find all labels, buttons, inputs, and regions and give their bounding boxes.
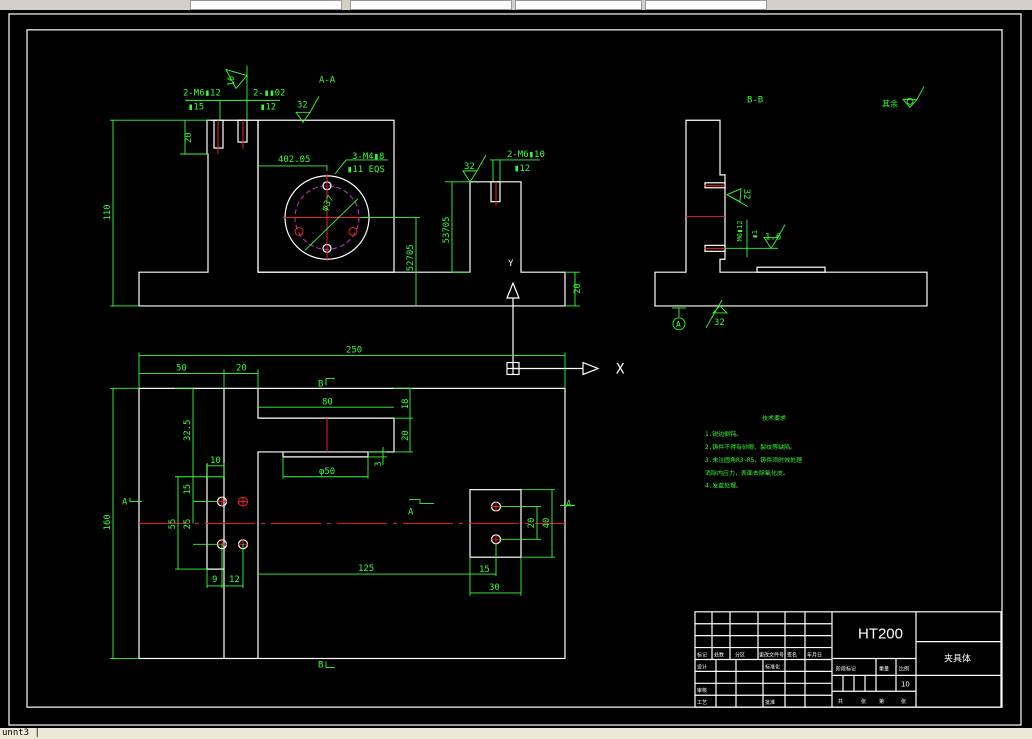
dimension-label: 18 — [401, 398, 411, 409]
command-line[interactable]: unnt3 | — [0, 728, 1032, 739]
dimension-label: 20 — [573, 283, 583, 294]
tb-stage: 阶段标记 — [836, 665, 856, 672]
note-item: 消除内应力，表面去除氧化皮。 — [705, 469, 789, 477]
axis-x-label: X — [616, 362, 625, 378]
dimension-label: 30 — [489, 583, 500, 593]
section-marker: B — [318, 660, 323, 670]
tb-process: 工艺 — [697, 700, 707, 706]
tb-scale-value: 10 — [901, 680, 910, 688]
cad-drawing-canvas[interactable]: A-A 2-M6▮12 ▮15 2-▮▮02 ▮12 16 32 32 3-M4… — [0, 10, 1032, 728]
roughness-label: 32 — [297, 100, 308, 110]
dimension-label: 32.5 — [183, 420, 193, 441]
other-surfaces-label: 其余 — [882, 98, 898, 108]
dimension-label: 40 — [542, 518, 552, 529]
callout-text: ▮12 — [260, 102, 276, 112]
section-bb-title: B-B — [747, 95, 763, 105]
tb-header: 处数 — [714, 652, 724, 659]
callout-text: ▮15 — [188, 102, 204, 112]
command-text: unnt3 | — [2, 728, 40, 738]
dimension-label: 25 — [183, 519, 193, 530]
dimension-label: 12 — [229, 575, 240, 585]
toolbar-field-4[interactable] — [645, 0, 767, 10]
dimension-label: 53705 — [442, 217, 452, 244]
toolbar-field-1[interactable] — [190, 0, 342, 10]
tb-header: 年月日 — [807, 652, 822, 659]
tb-standard: 标准化 — [765, 663, 780, 670]
tb-sheet: 张 — [861, 698, 866, 705]
note-item: 2.铸件不得有砂眼、裂纹等缺陷。 — [705, 443, 796, 451]
datum-label: A — [676, 320, 681, 329]
dimension-label: 50 — [176, 364, 187, 374]
roughness-label: 1.6 — [765, 232, 781, 242]
dimension-label: 20 — [184, 132, 194, 143]
dimension-label: 20 — [527, 518, 537, 529]
toolbar-field-3[interactable] — [515, 0, 642, 10]
roughness-label: 32 — [464, 162, 475, 172]
material-label: HT200 — [858, 626, 903, 643]
tb-sheet: 第 — [879, 698, 884, 705]
hole-icon — [238, 496, 248, 507]
notes-title: 技术要求 — [762, 414, 786, 422]
callout-text: M6▮12 — [736, 220, 744, 241]
dimension-label: 160 — [103, 514, 113, 530]
note-item: 3.未注圆角R3~R5，铸件须时效处理 — [705, 456, 802, 464]
tb-sheet: 共 — [838, 698, 843, 705]
dimension-label: 20 — [401, 430, 411, 441]
dimension-label: 250 — [346, 346, 362, 356]
hole-icon — [490, 501, 502, 512]
dimension-label: 15 — [183, 484, 193, 495]
hole-icon — [490, 534, 502, 545]
dimension-label: 125 — [358, 564, 374, 574]
tb-design: 设计 — [697, 663, 707, 670]
tb-header: 更改文件号 — [759, 652, 784, 659]
callout-text: 3-M4▮8 — [352, 152, 384, 162]
dimension-label: 20 — [236, 364, 247, 374]
tb-header: 标记 — [697, 652, 707, 659]
tb-approve: 批准 — [765, 699, 775, 706]
tb-sheet: 张 — [901, 698, 906, 705]
dimension-label: 52705 — [406, 244, 416, 271]
tb-weight: 重量 — [879, 665, 889, 672]
tb-review: 审核 — [697, 687, 707, 694]
dimension-label: φ50 — [319, 467, 335, 477]
section-marker: A — [122, 498, 128, 508]
dimension-label: 15 — [479, 565, 490, 575]
section-marker: B — [318, 379, 323, 389]
callout-text: ▮1 — [751, 230, 759, 238]
tb-header: 签名 — [787, 652, 797, 659]
toolbar-field-2[interactable] — [350, 0, 512, 10]
dimension-label: 110 — [103, 204, 113, 220]
roughness-label: 32 — [741, 189, 751, 200]
dimension-label: 402.05 — [278, 155, 310, 165]
dimension-label: 10 — [210, 456, 221, 466]
callout-text: ▮11 EQS — [347, 165, 385, 175]
section-marker: A — [408, 508, 414, 518]
section-marker: A — [566, 500, 572, 510]
callout-text: 2-M6▮10 — [507, 150, 545, 160]
roughness-label: 32 — [714, 318, 725, 328]
note-item: 4.发蓝处理。 — [705, 482, 742, 490]
dimension-label: 9 — [212, 575, 217, 585]
part-name: 夹具体 — [944, 652, 971, 664]
dimension-label: 55 — [168, 519, 178, 530]
note-item: 1.锐边倒钝。 — [705, 430, 742, 438]
section-aa-title: A-A — [319, 76, 336, 86]
dimension-label: 80 — [322, 397, 333, 407]
hole-icon — [216, 496, 228, 507]
dimension-label: 3 — [374, 461, 384, 466]
tb-scale: 比例 — [899, 665, 909, 672]
callout-text: ▮12 — [514, 164, 530, 174]
callout-text: 2-M6▮12 — [183, 88, 221, 98]
callout-text: 2-▮▮02 — [253, 88, 285, 98]
tb-header: 分区 — [735, 652, 745, 659]
axis-y-label: Y — [508, 259, 514, 269]
roughness-label: 16 — [227, 76, 237, 87]
